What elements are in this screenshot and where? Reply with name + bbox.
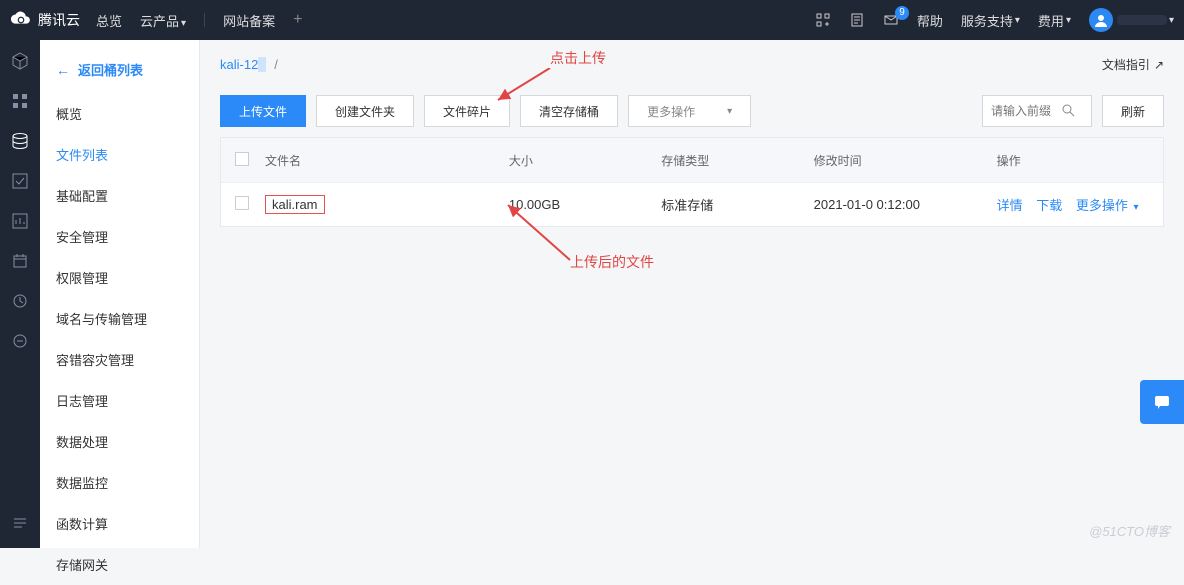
table-header: 文件名 大小 存储类型 修改时间 操作 (221, 138, 1163, 182)
row-checkbox[interactable] (235, 196, 249, 210)
side-domain[interactable]: 域名与传输管理 (40, 298, 199, 339)
prefix-search[interactable] (982, 95, 1092, 127)
doc-icon[interactable] (849, 12, 865, 28)
upload-button[interactable]: 上传文件 (220, 95, 306, 127)
nav-products[interactable]: 云产品▾ (140, 11, 186, 30)
top-bar: 腾讯云 总览 云产品▾ 网站备案 + 9 帮助 服务支持▾ 费用▾ ▾ (0, 0, 1184, 40)
side-fault[interactable]: 容错容灾管理 (40, 339, 199, 380)
chevron-down-icon: ▾ (727, 106, 732, 117)
mail-icon[interactable]: 9 (883, 12, 899, 28)
table-row: kali.ram 10.00GB 标准存储 2021-01-0 0:12:00 … (221, 182, 1163, 226)
chat-icon (1152, 392, 1172, 412)
nav-add-icon[interactable]: + (293, 11, 302, 29)
select-all-checkbox[interactable] (235, 152, 249, 166)
brand[interactable]: 腾讯云 (10, 9, 80, 31)
side-basic[interactable]: 基础配置 (40, 175, 199, 216)
th-type: 存储类型 (661, 152, 813, 169)
chevron-down-icon: ▾ (1133, 202, 1138, 213)
brand-text: 腾讯云 (38, 10, 80, 30)
file-name[interactable]: kali.ram (265, 195, 325, 214)
rail-clock-icon[interactable] (9, 290, 31, 312)
side-permission[interactable]: 权限管理 (40, 257, 199, 298)
sidebar: ← 返回桶列表 概览 文件列表 基础配置 安全管理 权限管理 域名与传输管理 容… (40, 40, 200, 548)
fragment-button[interactable]: 文件碎片 (424, 95, 510, 127)
file-size: 10.00GB (509, 197, 661, 212)
annotation-after-upload: 上传后的文件 (570, 252, 654, 272)
watermark: @51CTO博客 (1089, 521, 1170, 540)
breadcrumb: kali-12 / (220, 57, 278, 72)
nav-help[interactable]: 帮助 (917, 11, 943, 30)
side-dataproc[interactable]: 数据处理 (40, 421, 199, 462)
file-type: 标准存储 (661, 195, 813, 214)
breadcrumb-row: kali-12 / 文档指引 ↗ (220, 50, 1164, 85)
divider (204, 13, 205, 27)
side-monitor[interactable]: 数据监控 (40, 462, 199, 503)
rail-collapse-icon[interactable] (9, 512, 31, 534)
more-actions-button[interactable]: 更多操作▾ (628, 95, 751, 127)
th-ops: 操作 (997, 152, 1149, 169)
side-filelist[interactable]: 文件列表 (40, 134, 199, 175)
file-time: 2021-01-0 0:12:00 (814, 197, 997, 212)
side-gateway[interactable]: 存储网关 (40, 544, 199, 585)
doc-guide-link[interactable]: 文档指引 ↗ (1102, 56, 1164, 73)
nav-beian[interactable]: 网站备案 (223, 11, 275, 30)
top-right: 9 帮助 服务支持▾ 费用▾ ▾ (815, 8, 1174, 32)
main-area: kali-12 / 文档指引 ↗ 上传文件 创建文件夹 文件碎片 清空存储桶 更… (200, 40, 1184, 548)
side-log[interactable]: 日志管理 (40, 380, 199, 421)
rail-calendar-icon[interactable] (9, 250, 31, 272)
rail-check-icon[interactable] (9, 170, 31, 192)
nav-service[interactable]: 服务支持▾ (961, 11, 1020, 30)
user-mask (1117, 15, 1167, 25)
rail-cube-icon[interactable] (9, 50, 31, 72)
th-name: 文件名 (265, 152, 509, 169)
chat-float-button[interactable] (1140, 380, 1184, 424)
back-to-buckets[interactable]: ← 返回桶列表 (40, 50, 199, 93)
top-nav: 总览 云产品▾ 网站备案 + (96, 11, 302, 30)
mkdir-button[interactable]: 创建文件夹 (316, 95, 414, 127)
side-function[interactable]: 函数计算 (40, 503, 199, 544)
tool-icon[interactable] (815, 12, 831, 28)
rail-bar (0, 40, 40, 548)
avatar[interactable]: ▾ (1089, 8, 1174, 32)
search-icon[interactable] (1061, 103, 1075, 120)
file-ops: 详情 下载 更多操作 ▾ (997, 195, 1149, 214)
nav-overview[interactable]: 总览 (96, 11, 122, 30)
refresh-button[interactable]: 刷新 (1102, 95, 1164, 127)
cloud-logo-icon (10, 9, 32, 31)
crumb-bucket[interactable]: kali-12 (220, 57, 266, 72)
rail-grid-icon[interactable] (9, 90, 31, 112)
crumb-sep: / (274, 57, 278, 72)
external-icon: ↗ (1154, 58, 1164, 72)
th-time: 修改时间 (814, 152, 997, 169)
back-label: 返回桶列表 (78, 60, 143, 79)
side-overview[interactable]: 概览 (40, 93, 199, 134)
back-arrow-icon: ← (56, 62, 70, 78)
nav-fee[interactable]: 费用▾ (1038, 11, 1071, 30)
file-table: 文件名 大小 存储类型 修改时间 操作 kali.ram 10.00GB 标准存… (220, 137, 1164, 227)
rail-storage-icon[interactable] (9, 130, 31, 152)
prefix-search-input[interactable] (991, 104, 1061, 118)
mail-badge: 9 (895, 6, 909, 20)
toolbar: 上传文件 创建文件夹 文件碎片 清空存储桶 更多操作▾ 刷新 (220, 85, 1164, 137)
op-detail[interactable]: 详情 (997, 198, 1023, 213)
rail-chart-icon[interactable] (9, 210, 31, 232)
th-size: 大小 (509, 152, 661, 169)
op-download[interactable]: 下载 (1036, 198, 1062, 213)
empty-bucket-button[interactable]: 清空存储桶 (520, 95, 618, 127)
op-more[interactable]: 更多操作 ▾ (1076, 198, 1139, 213)
side-security[interactable]: 安全管理 (40, 216, 199, 257)
rail-minus-icon[interactable] (9, 330, 31, 352)
